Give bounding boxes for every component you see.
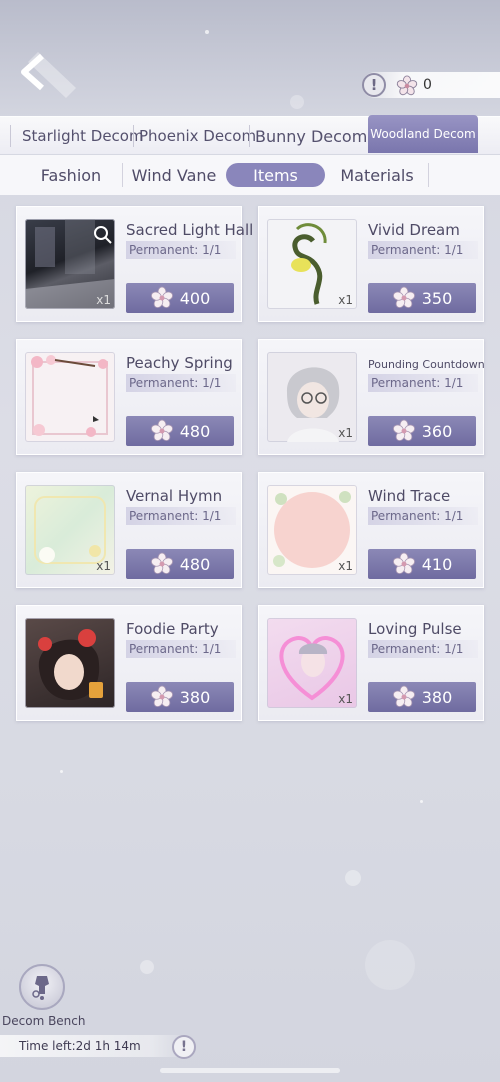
tab-label: Wind Vane (131, 165, 217, 185)
item-permanent: Permanent: 1/1 (126, 374, 236, 392)
category-tab-bar: Fashion Wind Vane Items Materials (0, 155, 500, 195)
sakura-flower-icon (150, 286, 173, 308)
item-permanent: Permanent: 1/1 (368, 640, 478, 658)
item-thumbnail (25, 352, 115, 442)
item-quantity: x1 (338, 559, 353, 573)
item-card[interactable]: Foodie Party Permanent: 1/1 380 (16, 605, 242, 721)
tab-fashion[interactable]: Fashion (22, 163, 120, 187)
item-card[interactable]: x1 Vivid Dream Permanent: 1/1 350 (258, 206, 484, 322)
item-permanent: Permanent: 1/1 (126, 507, 236, 525)
item-name: Wind Trace (368, 487, 451, 505)
tab-label: Starlight Decom (22, 127, 144, 145)
item-price: 350 (421, 288, 453, 308)
sparkle (420, 800, 423, 803)
tab-label: Phoenix Decom (139, 127, 257, 145)
item-name: Vernal Hymn (126, 487, 223, 505)
item-permanent: Permanent: 1/1 (126, 640, 236, 658)
item-price: 360 (421, 421, 453, 441)
item-quantity: x1 (96, 559, 111, 573)
mannequin-icon (32, 976, 49, 1000)
item-thumbnail: x1 (25, 219, 115, 309)
tab-woodland-decom[interactable]: Woodland Decom (368, 115, 478, 153)
item-thumbnail: x1 (25, 485, 115, 575)
sparkle (345, 870, 361, 886)
item-card[interactable]: x1 Wind Trace Permanent: 1/1 410 (258, 472, 484, 588)
item-card[interactable]: Peachy Spring Permanent: 1/1 480 (16, 339, 242, 455)
item-permanent: Permanent: 1/1 (126, 241, 236, 259)
sparkle (205, 30, 209, 34)
currency-count: 0 (423, 77, 432, 93)
item-name: Loving Pulse (368, 620, 462, 638)
buy-button[interactable]: 480 (126, 416, 234, 446)
buy-button[interactable]: 360 (368, 416, 476, 446)
item-thumbnail: x1 (267, 352, 357, 442)
sparkle (365, 940, 415, 990)
sakura-flower-icon (392, 552, 415, 574)
tab-items[interactable]: Items (226, 163, 325, 187)
item-quantity: x1 (96, 293, 111, 307)
item-thumbnail: x1 (267, 219, 357, 309)
time-left-text: Time left:2d 1h 14m (19, 1039, 141, 1053)
tab-materials[interactable]: Materials (327, 163, 427, 187)
buy-button[interactable]: 480 (126, 549, 234, 579)
tab-wind-vane[interactable]: Wind Vane (124, 163, 224, 187)
tab-label: Woodland Decom (370, 127, 476, 141)
item-price: 410 (421, 554, 453, 574)
buy-button[interactable]: 350 (368, 283, 476, 313)
home-indicator (160, 1068, 340, 1073)
decom-bench-button[interactable] (19, 964, 65, 1010)
tab-label: Fashion (40, 165, 102, 185)
back-arrow-icon (21, 52, 76, 98)
item-quantity: x1 (338, 692, 353, 706)
item-price: 380 (179, 687, 211, 707)
buy-button[interactable]: 410 (368, 549, 476, 579)
item-permanent: Permanent: 1/1 (368, 374, 478, 392)
tab-label: Items (253, 165, 298, 185)
tab-label: Materials (340, 165, 414, 185)
item-name: Sacred Light Hall (126, 221, 254, 239)
sakura-flower-icon (396, 75, 418, 96)
item-card[interactable]: x1 Vernal Hymn Permanent: 1/1 480 (16, 472, 242, 588)
back-button[interactable] (14, 48, 80, 100)
info-icon[interactable]: ! (362, 73, 386, 97)
buy-button[interactable]: 400 (126, 283, 234, 313)
tab-phoenix-decom[interactable]: Phoenix Decom (139, 117, 256, 155)
item-card[interactable]: x1 Loving Pulse Permanent: 1/1 380 (258, 605, 484, 721)
sparkle (140, 960, 154, 974)
sakura-flower-icon (150, 419, 173, 441)
item-card[interactable]: x1 Pounding Countdown Permanent: 1/1 360 (258, 339, 485, 455)
sparkle (290, 95, 304, 109)
sakura-flower-icon (392, 419, 415, 441)
tab-bunny-decom[interactable]: Bunny Decom (255, 117, 367, 155)
item-price: 480 (179, 421, 211, 441)
item-permanent: Permanent: 1/1 (368, 507, 478, 525)
item-price: 480 (179, 554, 211, 574)
sakura-flower-icon (392, 685, 415, 707)
item-price: 380 (421, 687, 453, 707)
item-name: Pounding Countdown (368, 358, 485, 371)
sakura-flower-icon (150, 552, 173, 574)
sparkle (60, 770, 63, 773)
item-card[interactable]: x1 Sacred Light Hall Permanent: 1/1 400 (16, 206, 253, 322)
item-name: Foodie Party (126, 620, 219, 638)
decom-bench-label: Decom Bench (2, 1014, 86, 1028)
item-quantity: x1 (338, 426, 353, 440)
item-quantity: x1 (338, 293, 353, 307)
sakura-flower-icon (392, 286, 415, 308)
buy-button[interactable]: 380 (126, 682, 234, 712)
item-thumbnail: x1 (267, 485, 357, 575)
item-thumbnail (25, 618, 115, 708)
item-name: Vivid Dream (368, 221, 460, 239)
item-thumbnail: x1 (267, 618, 357, 708)
info-icon[interactable]: ! (172, 1035, 196, 1059)
item-name: Peachy Spring (126, 354, 233, 372)
item-price: 400 (179, 288, 211, 308)
item-permanent: Permanent: 1/1 (368, 241, 478, 259)
buy-button[interactable]: 380 (368, 682, 476, 712)
sakura-flower-icon (150, 685, 173, 707)
decom-tab-bar: Starlight Decom Phoenix Decom Bunny Deco… (0, 115, 500, 155)
tab-label: Bunny Decom (255, 126, 368, 146)
tab-starlight-decom[interactable]: Starlight Decom (22, 117, 144, 155)
